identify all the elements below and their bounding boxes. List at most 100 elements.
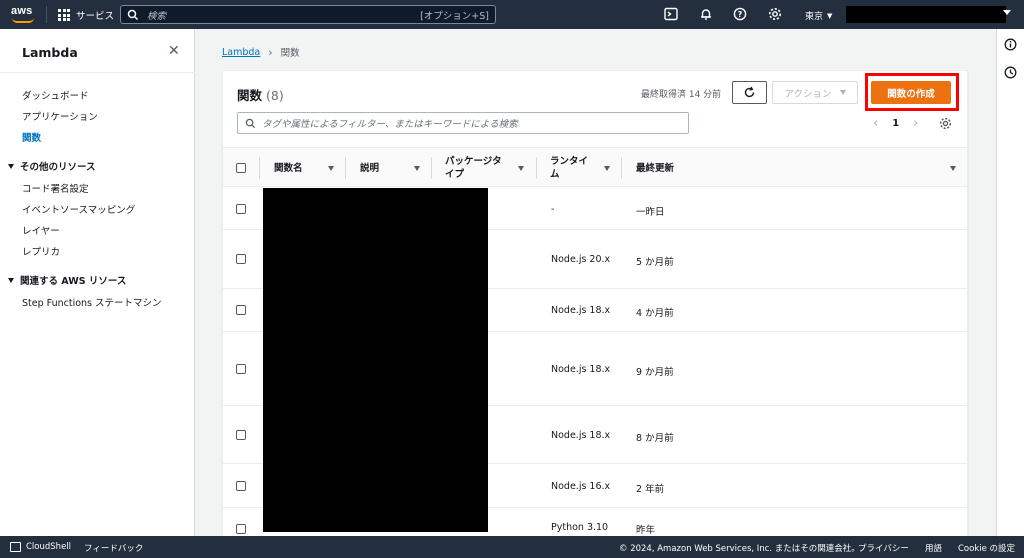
column-header-description[interactable]: 説明 [360,148,379,188]
services-label: サービス [76,11,115,22]
chevron-right-icon: › [268,45,273,59]
grid-icon [58,9,70,21]
table-preferences-gear-icon[interactable] [939,117,952,130]
chevron-down-icon: ▼ [827,11,833,20]
cloudshell-icon[interactable] [10,542,21,552]
sidebar-divider [0,72,195,73]
redacted-function-names [263,188,488,532]
last-modified-cell: 5 か月前 [636,257,674,268]
column-label: 説明 [360,162,380,174]
current-page-number[interactable]: 1 [892,118,899,129]
aws-smile-icon [12,18,34,23]
sidebar-item-code-signing[interactable]: コード署名設定 [22,181,89,195]
aws-logo[interactable]: aws [11,5,37,24]
breadcrumb-lambda-link[interactable]: Lambda [222,47,260,58]
info-icon[interactable] [1004,38,1017,51]
column-label: 最終更新 [636,162,675,174]
sidebar-item-dashboard[interactable]: ダッシュボード [22,88,89,102]
column-label-line1: パッケージタ [445,156,502,167]
column-divider [621,157,622,179]
sort-icon[interactable] [518,166,524,171]
column-label-line2: ム [550,169,560,180]
cloudshell-terminal-icon[interactable] [664,7,678,21]
global-search-input[interactable]: 検索 [オプション+S] [120,5,496,24]
table-header: 関数名 説明 パッケージタ イプ ランタイ ム 最終更新 [223,147,967,187]
sidebar: Lambda ✕ ダッシュボード アプリケーション 関数 その他のリソース コー… [0,29,195,536]
filter-search-input[interactable]: タグや属性によるフィルター、またはキーワードによる検索 [237,112,689,134]
cloudshell-link[interactable]: CloudShell [26,542,71,552]
row-checkbox[interactable] [236,305,246,315]
runtime-cell: Node.js 16.x [551,481,611,492]
runtime-cell: Node.js 18.x [551,305,611,316]
last-fetched-text: 最終取得済 14 分前 [641,90,722,100]
filter-placeholder: タグや属性によるフィルター、またはキーワードによる検索 [262,119,518,130]
sort-icon[interactable] [328,166,334,171]
runtime-cell: Node.js 18.x [551,364,611,375]
sort-icon[interactable] [950,166,956,171]
row-checkbox[interactable] [236,254,246,264]
row-checkbox[interactable] [236,481,246,491]
notifications-bell-icon[interactable] [699,7,713,21]
last-modified-cell: 昨年 [636,525,656,536]
cookie-settings-link[interactable]: Cookie の設定 [958,542,1015,554]
column-header-package-type[interactable]: パッケージタ イプ [445,148,502,188]
privacy-link[interactable]: プライバシー [858,542,909,554]
create-function-button[interactable]: 関数の作成 [871,81,951,104]
sidebar-item-applications[interactable]: アプリケーション [22,109,98,123]
footer-bar: CloudShell フィードバック © 2024, Amazon Web Se… [0,536,1024,558]
breadcrumb: Lambda › 関数 [222,45,300,60]
status-icon[interactable] [1004,66,1017,79]
select-all-checkbox[interactable] [236,163,246,173]
help-icon[interactable]: ? [733,7,747,21]
sidebar-section-related-aws-resources[interactable]: 関連する AWS リソース [8,273,126,287]
refresh-button[interactable] [732,81,767,104]
previous-page-icon[interactable]: ‹ [873,116,878,131]
close-icon[interactable]: ✕ [168,43,180,59]
sidebar-item-layers[interactable]: レイヤー [22,223,60,237]
feedback-link[interactable]: フィードバック [84,542,143,554]
row-checkbox[interactable] [236,524,246,534]
sidebar-item-replicas[interactable]: レプリカ [22,244,60,258]
search-placeholder: 検索 [147,10,167,22]
column-header-runtime[interactable]: ランタイ ム [550,148,588,188]
search-shortcut-hint: [オプション+S] [420,10,489,22]
row-checkbox[interactable] [236,364,246,374]
last-modified-cell: 2 年前 [636,484,665,495]
column-divider [345,157,346,179]
right-utility-rail [996,29,1024,536]
column-header-last-modified[interactable]: 最終更新 [636,148,674,188]
column-divider [259,157,260,179]
last-modified-cell: 4 か月前 [636,308,674,319]
row-checkbox[interactable] [236,430,246,440]
column-label: 関数名 [274,162,303,174]
sidebar-item-event-source-mapping[interactable]: イベントソースマッピング [22,202,135,216]
panel-title: 関数 (8) [237,85,284,104]
last-modified-cell: 9 か月前 [636,367,674,378]
column-divider [431,157,432,179]
aws-logo-text: aws [11,5,33,17]
region-selector[interactable]: 東京 ▼ [805,9,833,23]
caret-down-icon [8,163,14,169]
sort-icon[interactable] [414,166,420,171]
column-label-line1: ランタイ [550,156,589,167]
account-caret-icon [1003,10,1011,15]
search-icon [127,9,139,20]
pagination: ‹ 1 › [873,116,918,131]
nav-divider [46,6,47,23]
terms-link[interactable]: 用語 [925,542,942,554]
sidebar-section-label: 関連する AWS リソース [20,276,127,287]
region-label: 東京 [805,12,824,22]
runtime-cell: Node.js 20.x [551,254,611,265]
actions-dropdown-button[interactable]: アクション [772,81,858,104]
last-modified-cell: 8 か月前 [636,433,674,444]
next-page-icon[interactable]: › [913,116,918,131]
sidebar-item-step-functions[interactable]: Step Functions ステートマシン [22,295,162,309]
column-header-function-name[interactable]: 関数名 [274,148,303,188]
sort-icon[interactable] [604,166,610,171]
services-menu-button[interactable]: サービス [58,8,114,22]
row-checkbox[interactable] [236,204,246,214]
settings-gear-icon[interactable] [768,7,782,21]
sidebar-item-functions[interactable]: 関数 [22,130,41,144]
sidebar-section-other-resources[interactable]: その他のリソース [8,159,96,173]
account-menu-redacted[interactable] [846,6,1006,23]
